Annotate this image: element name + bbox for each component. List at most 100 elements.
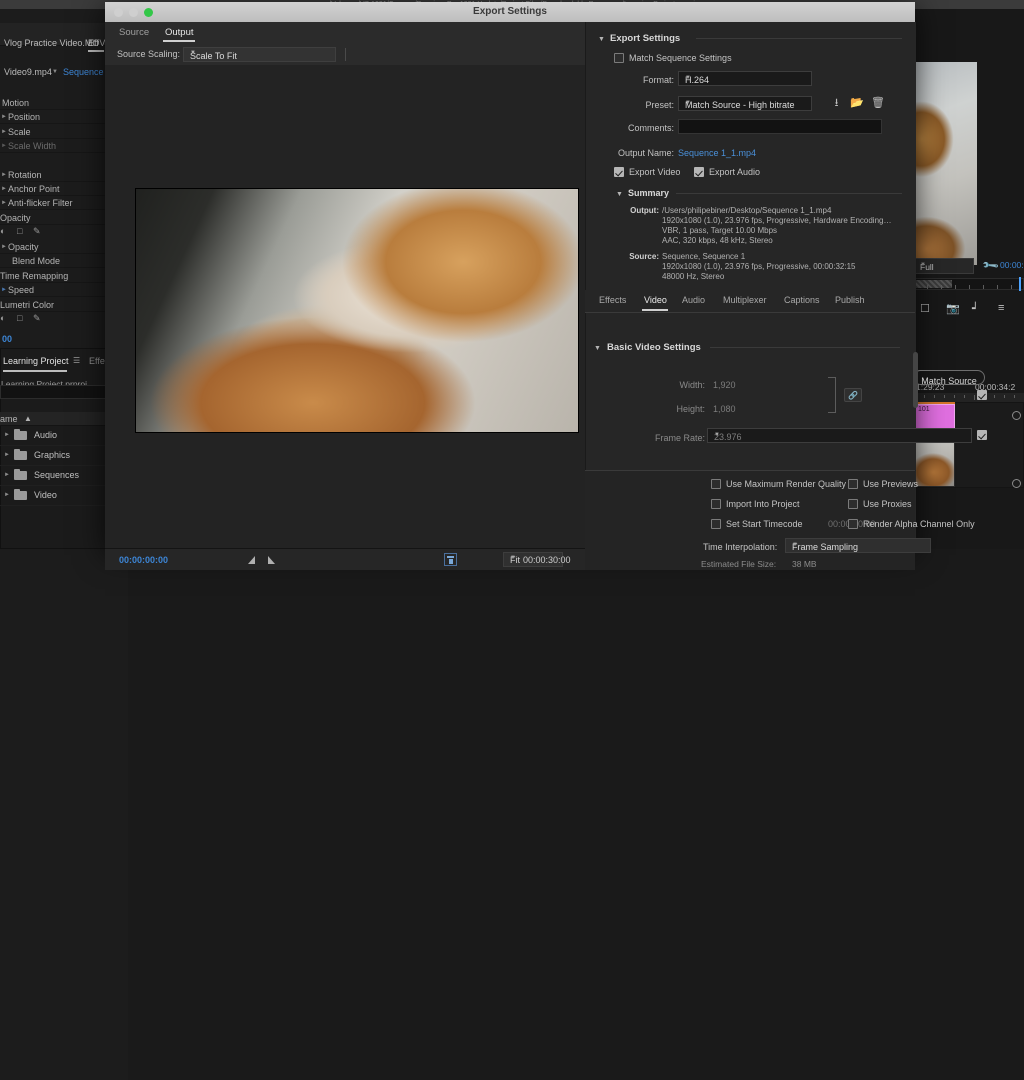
export-settings-twisty[interactable]: ▼ [598,36,605,43]
safe-margins-icon[interactable]: ┙ [972,302,979,315]
program-monitor-video[interactable] [914,62,977,265]
match-sequence-settings-checkbox[interactable] [614,53,624,63]
playhead[interactable] [1019,277,1021,291]
tab-source[interactable]: Source [119,27,149,38]
height-value[interactable]: 1,080 [713,404,736,414]
chevron-right-icon[interactable]: ► [4,472,10,478]
param-row[interactable]: Blend Mode [0,254,108,268]
set-start-timecode-checkbox[interactable] [711,519,721,529]
tab-learning-project[interactable]: Learning Project [3,356,69,366]
project-column-header[interactable]: ame ▲ [0,412,112,426]
param-row[interactable]: Motion [0,96,108,110]
list-item[interactable]: ► Sequences [0,466,112,486]
tab-effects[interactable]: Eff [88,38,99,48]
chevron-right-icon[interactable]: ► [4,452,10,458]
param-row[interactable]: ► Rotation [0,168,108,182]
tab-multiplexer[interactable]: Multiplexer [723,295,767,305]
timecode-readout[interactable]: 00 [2,334,12,344]
import-into-project-checkbox[interactable] [711,499,721,509]
settings-wrench-icon[interactable]: 🔧 [981,256,1000,275]
param-row[interactable]: ► Anchor Point [0,182,108,196]
delete-preset-icon[interactable]: 🗑 [871,97,885,109]
list-item[interactable]: ► Audio [0,426,112,446]
param-row[interactable]: ► Opacity [0,240,108,254]
param-row[interactable]: Opacity [0,211,108,225]
param-row[interactable]: ► Position [0,110,108,124]
chevron-right-icon[interactable]: ► [4,492,10,498]
time-interpolation-dropdown[interactable]: Frame Sampling ▼ [785,538,931,553]
pen-tool-icon[interactable]: ✎ [33,226,46,237]
chevron-right-icon[interactable]: ► [1,287,7,293]
chevron-right-icon[interactable]: ► [1,143,7,149]
link-icon[interactable]: 🔗 [844,388,862,402]
tab-output[interactable]: Output [165,27,194,38]
program-monitor-timecode[interactable]: 00:00: [1000,260,1024,270]
summary-twisty[interactable]: ▼ [616,191,623,198]
chevron-right-icon[interactable]: ► [1,186,7,192]
keyframe-dot[interactable] [1012,411,1021,420]
settings-scrollbar[interactable] [913,352,918,408]
frame-rate-dropdown[interactable]: 23.976 ▼ [707,428,972,443]
panel-menu-icon[interactable]: ☰ [73,356,80,365]
opacity-tools[interactable]: ◐ □ ✎ [0,225,108,238]
param-row[interactable]: ► Scale [0,125,108,139]
tab-captions[interactable]: Captions [784,295,820,305]
export-audio-checkbox[interactable] [694,167,704,177]
param-row[interactable]: Lumetri Color [0,298,108,312]
frame-rate-match-checkbox[interactable] [977,430,987,440]
mask-ellipse-icon[interactable]: ◐ [0,226,10,236]
chevron-right-icon[interactable]: ► [1,200,7,206]
basic-video-settings-twisty[interactable]: ▼ [594,345,601,352]
timeline-clip-graphic[interactable]: 101 [915,404,955,429]
export-frame-icon[interactable]: ☐ [920,302,930,315]
mask-ellipse-icon[interactable]: ◐ [0,313,10,323]
chevron-right-icon[interactable]: ► [1,129,7,135]
export-range-icon[interactable] [444,553,457,566]
save-preset-icon[interactable]: ⭳ [830,97,843,109]
param-row[interactable]: ► Speed [0,283,108,297]
param-row[interactable]: ► Anti-flicker Filter [0,196,108,210]
chevron-right-icon[interactable]: ► [1,114,7,120]
source-clip-name[interactable]: Video9.mp4 [4,67,52,77]
dialog-titlebar[interactable]: Export Settings [105,2,915,23]
output-name-value[interactable]: Sequence 1_1.mp4 [678,148,756,158]
list-item[interactable]: ► Graphics [0,446,112,466]
tab-publish[interactable]: Publish [835,295,865,305]
dimensions-match-checkbox[interactable] [977,390,987,400]
use-proxies-checkbox[interactable] [848,499,858,509]
camera-icon[interactable]: 📷 [946,302,960,315]
tab-effects[interactable]: Effects [599,295,626,305]
format-dropdown[interactable]: H.264 ▼ [678,71,812,86]
comments-input[interactable] [678,119,882,134]
use-maximum-render-quality-checkbox[interactable] [711,479,721,489]
use-previews-checkbox[interactable] [848,479,858,489]
tab-video[interactable]: Video [644,295,667,305]
mask-rectangle-icon[interactable]: □ [17,313,27,323]
width-value[interactable]: 1,920 [713,380,736,390]
chevron-right-icon[interactable]: ► [1,244,7,250]
zoom-level-dropdown[interactable]: Full ▼ [914,258,974,274]
render-alpha-channel-only-checkbox[interactable] [848,519,858,529]
match-source-button[interactable]: Match Source [913,370,985,386]
pen-tool-icon[interactable]: ✎ [33,313,46,324]
chevron-down-icon[interactable]: ▼ [52,69,58,75]
param-row[interactable]: Time Remapping [0,269,108,283]
out-point-icon[interactable] [268,556,275,564]
sort-ascending-icon[interactable]: ▲ [24,414,32,423]
keyframe-dot[interactable] [1012,479,1021,488]
tab-audio[interactable]: Audio [682,295,705,305]
mask-rectangle-icon[interactable]: □ [17,226,27,236]
param-row[interactable]: ► Scale Width [0,139,108,153]
import-preset-icon[interactable]: 📂 [850,97,864,109]
comparison-view-icon[interactable]: ≡ [998,302,1004,314]
list-item[interactable]: ► Video [0,486,112,506]
program-monitor-timeline-bar[interactable] [914,277,1024,291]
chevron-right-icon[interactable]: ► [4,432,10,438]
source-scaling-dropdown[interactable]: Scale To Fit ▼ [183,47,336,62]
export-video-checkbox[interactable] [614,167,624,177]
lumetri-tools[interactable]: ◐ □ ✎ [0,312,108,325]
in-point-icon[interactable] [248,556,255,564]
chevron-right-icon[interactable]: ► [1,172,7,178]
project-search-input[interactable] [0,385,112,399]
preset-dropdown[interactable]: Match Source - High bitrate ▼ [678,96,812,111]
